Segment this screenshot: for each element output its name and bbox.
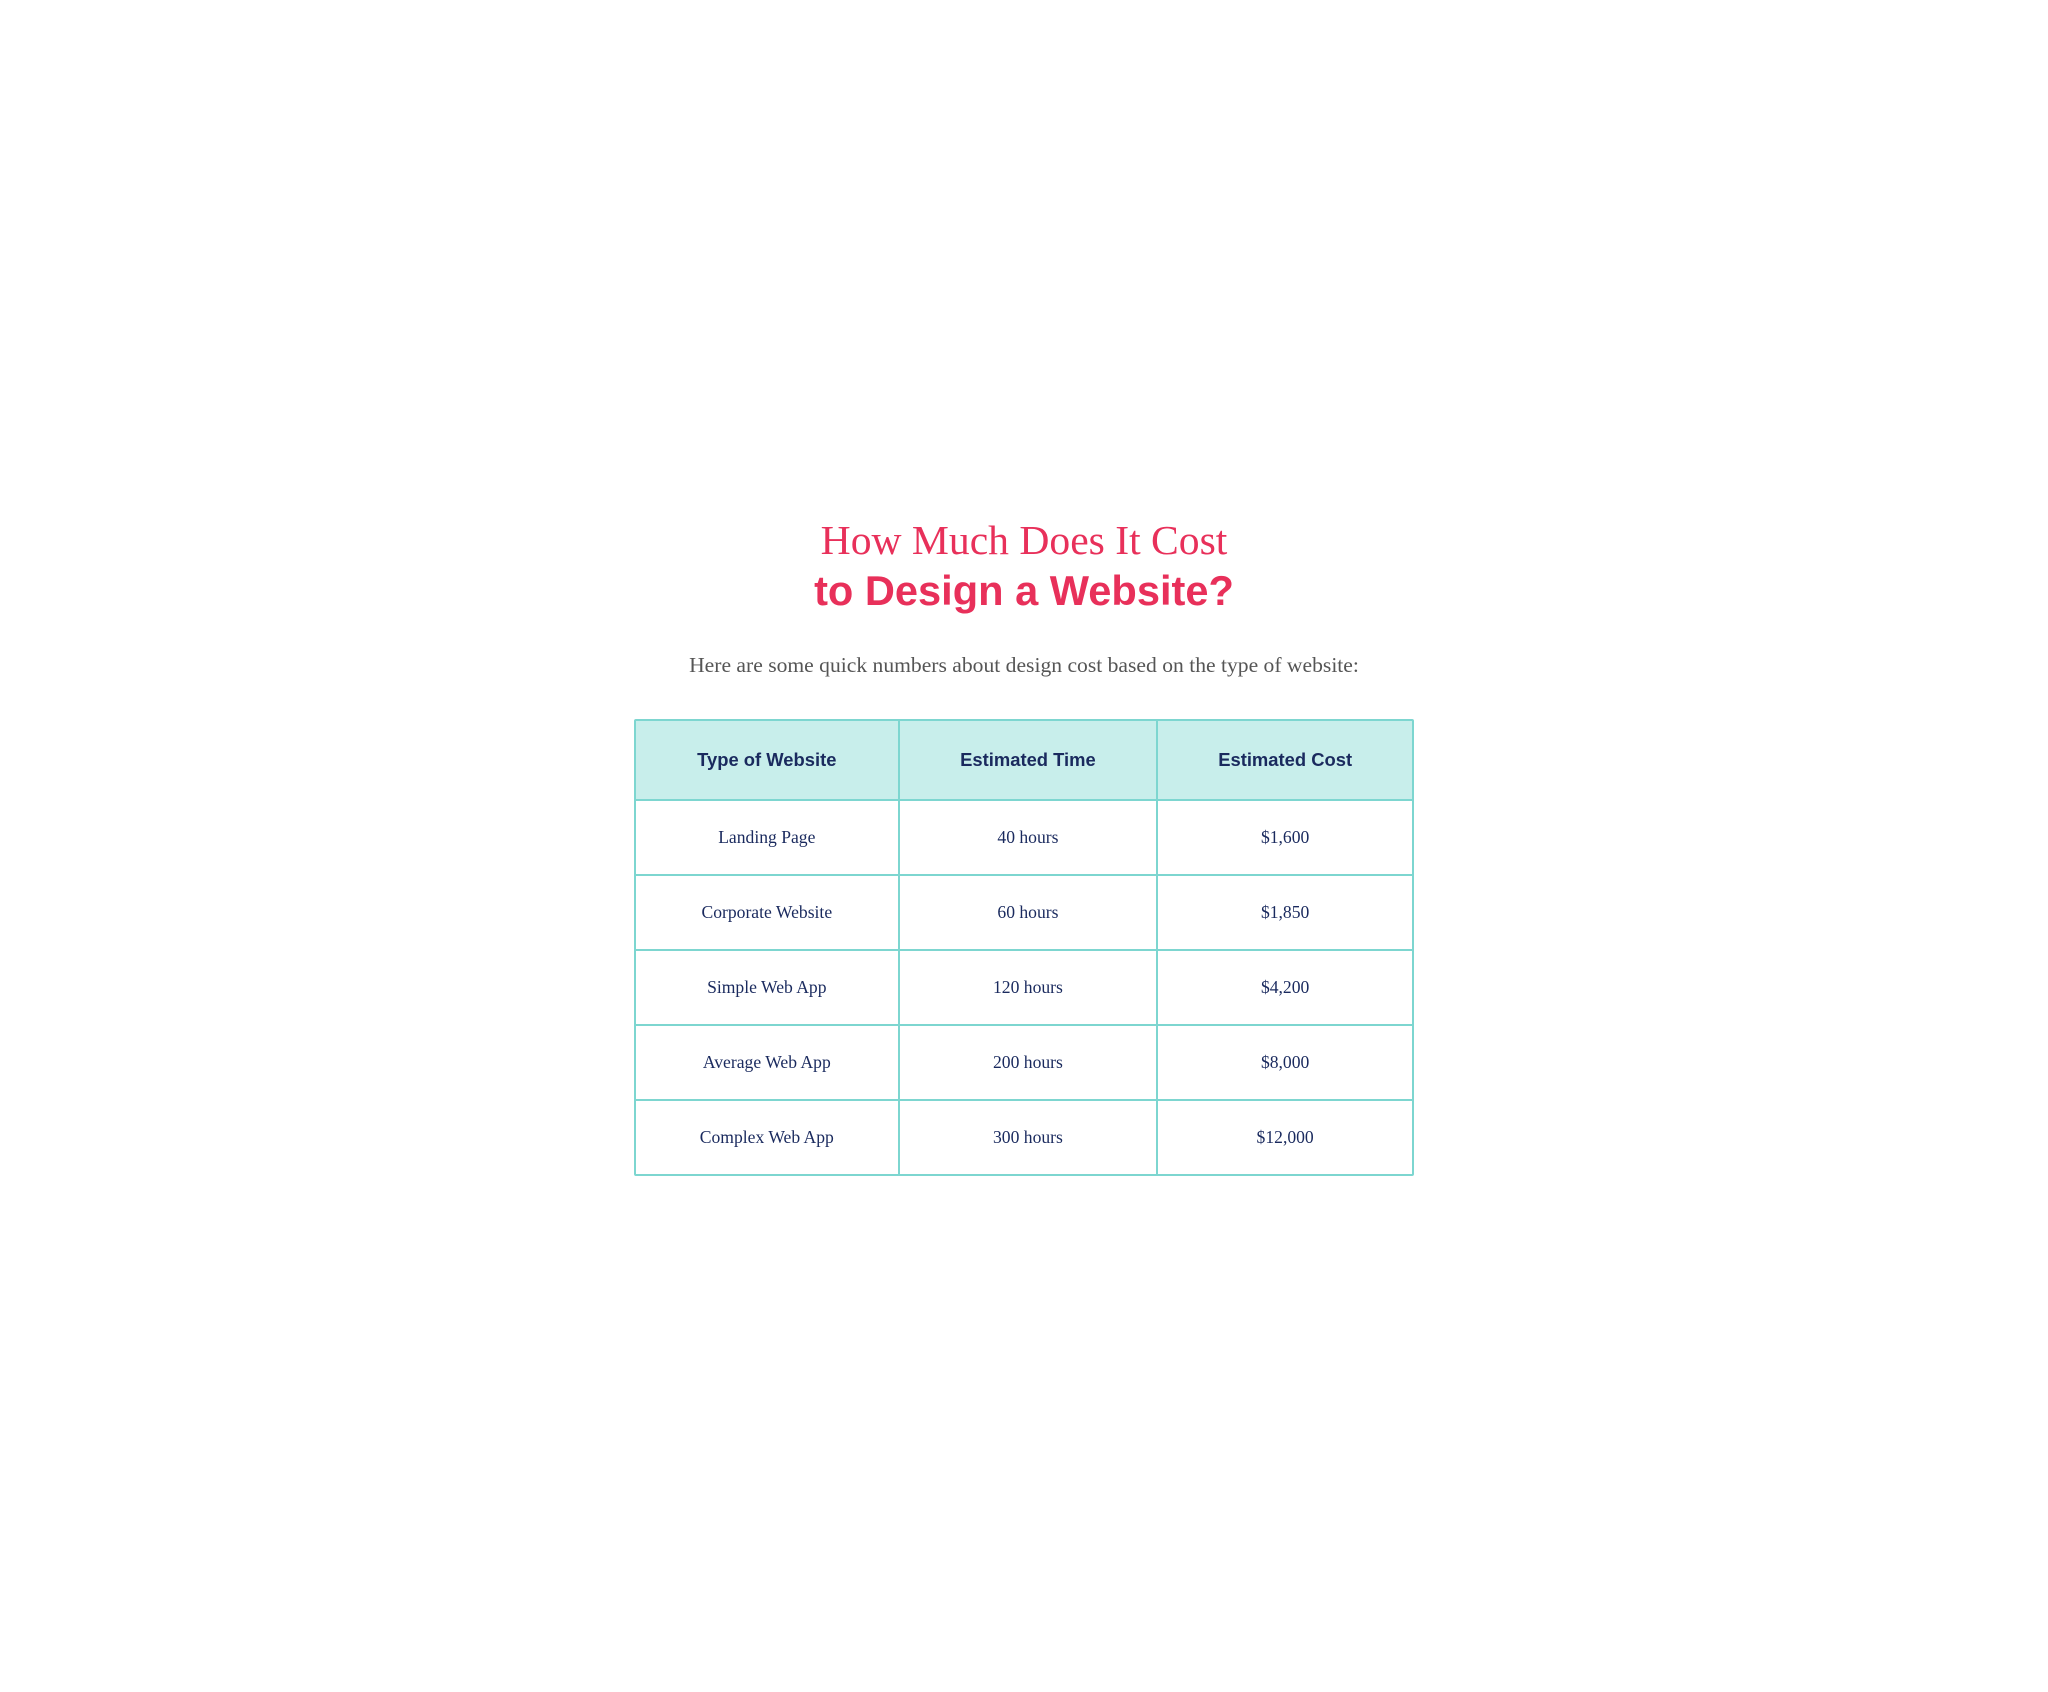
table-row: Average Web App200 hours$8,000 — [636, 1025, 1412, 1100]
cell-cost-2: $4,200 — [1157, 950, 1412, 1025]
cell-time-4: 300 hours — [899, 1100, 1158, 1174]
cell-type-3: Average Web App — [636, 1025, 899, 1100]
table-row: Landing Page40 hours$1,600 — [636, 800, 1412, 875]
subtitle: Here are some quick numbers about design… — [634, 648, 1414, 683]
cell-type-4: Complex Web App — [636, 1100, 899, 1174]
table-row: Complex Web App300 hours$12,000 — [636, 1100, 1412, 1174]
cell-cost-4: $12,000 — [1157, 1100, 1412, 1174]
pricing-table-wrapper: Type of WebsiteEstimated TimeEstimated C… — [634, 719, 1414, 1176]
cell-type-0: Landing Page — [636, 800, 899, 875]
cell-cost-1: $1,850 — [1157, 875, 1412, 950]
cell-time-0: 40 hours — [899, 800, 1158, 875]
header-row: Type of WebsiteEstimated TimeEstimated C… — [636, 721, 1412, 800]
cell-type-1: Corporate Website — [636, 875, 899, 950]
table-row: Simple Web App120 hours$4,200 — [636, 950, 1412, 1025]
cell-time-2: 120 hours — [899, 950, 1158, 1025]
cell-time-3: 200 hours — [899, 1025, 1158, 1100]
page-container: How Much Does It Cost to Design a Websit… — [634, 516, 1414, 1175]
cell-type-2: Simple Web App — [636, 950, 899, 1025]
col-header-time: Estimated Time — [899, 721, 1158, 800]
title-line1: How Much Does It Cost — [821, 517, 1228, 563]
col-header-cost: Estimated Cost — [1157, 721, 1412, 800]
title-line2: to Design a Website? — [814, 567, 1234, 614]
pricing-table: Type of WebsiteEstimated TimeEstimated C… — [636, 721, 1412, 1174]
table-header: Type of WebsiteEstimated TimeEstimated C… — [636, 721, 1412, 800]
page-title: How Much Does It Cost to Design a Websit… — [634, 516, 1414, 616]
table-row: Corporate Website60 hours$1,850 — [636, 875, 1412, 950]
cell-cost-3: $8,000 — [1157, 1025, 1412, 1100]
table-body: Landing Page40 hours$1,600Corporate Webs… — [636, 800, 1412, 1174]
col-header-type: Type of Website — [636, 721, 899, 800]
cell-time-1: 60 hours — [899, 875, 1158, 950]
cell-cost-0: $1,600 — [1157, 800, 1412, 875]
